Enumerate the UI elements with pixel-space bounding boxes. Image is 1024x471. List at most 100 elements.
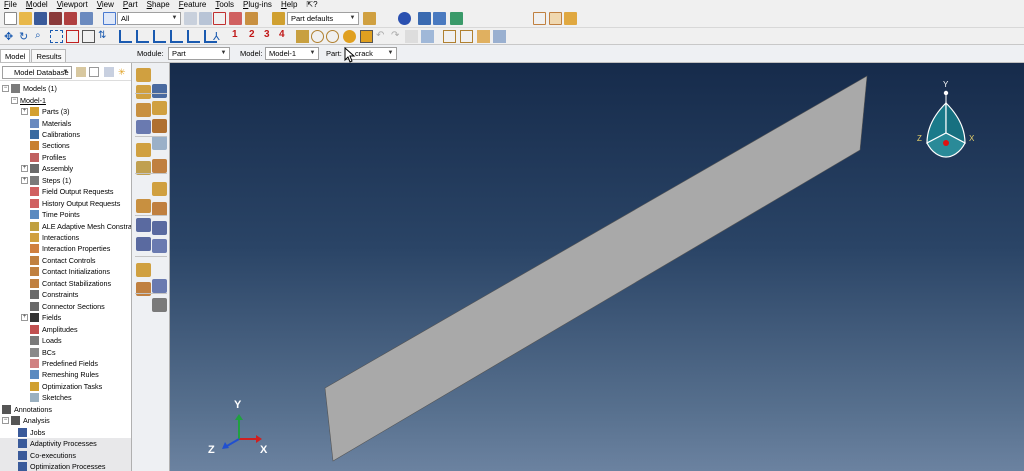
tree-node-contact-controls[interactable]: Contact Controls bbox=[30, 255, 96, 266]
part-shell-face[interactable] bbox=[324, 75, 868, 462]
create-chamfer-icon[interactable] bbox=[152, 159, 167, 173]
wireframe-icon[interactable] bbox=[418, 12, 431, 25]
undo-icon[interactable]: ↶ bbox=[376, 30, 389, 43]
tab-results[interactable]: Results bbox=[31, 49, 67, 62]
cursor-tool-icon[interactable] bbox=[360, 30, 373, 43]
tree-node-steps-1[interactable]: + Steps (1) bbox=[21, 175, 71, 186]
menu-model[interactable]: Model bbox=[26, 0, 48, 9]
menu-file[interactable]: File bbox=[4, 0, 17, 9]
expand-icon[interactable]: + bbox=[21, 165, 28, 173]
layer-manager-icon[interactable] bbox=[245, 12, 258, 25]
tab-model[interactable]: Model bbox=[0, 49, 31, 62]
magnify-icon[interactable]: ⌕ bbox=[35, 30, 48, 43]
expand-icon[interactable]: + bbox=[21, 108, 28, 116]
selection-options-icon[interactable] bbox=[229, 12, 242, 25]
zoom-box-icon[interactable] bbox=[50, 30, 63, 43]
create-hole-icon[interactable] bbox=[152, 136, 167, 150]
tree-node-interaction-properties[interactable]: Interaction Properties bbox=[30, 243, 110, 254]
tree-node-profiles[interactable]: Profiles bbox=[30, 152, 66, 163]
datum-axis-icon[interactable] bbox=[152, 221, 167, 235]
tree-node-time-points[interactable]: Time Points bbox=[30, 209, 80, 220]
create-shell-icon[interactable] bbox=[136, 103, 151, 117]
view-1-icon[interactable] bbox=[119, 30, 132, 43]
view-3-icon[interactable] bbox=[153, 30, 166, 43]
tree-node-bcs[interactable]: BCs bbox=[30, 346, 56, 357]
view-5-icon[interactable] bbox=[187, 30, 200, 43]
menu-viewport[interactable]: Viewport bbox=[57, 0, 88, 9]
context-help-icon[interactable]: ⇱? bbox=[306, 0, 317, 9]
set-icon[interactable] bbox=[493, 30, 506, 43]
part-manager-icon[interactable] bbox=[152, 84, 167, 98]
tree-node-field-output-requests[interactable]: Field Output Requests bbox=[30, 186, 114, 197]
tree-node-constraints[interactable]: Constraints bbox=[30, 289, 78, 300]
tree-node-sketches[interactable]: Sketches bbox=[30, 392, 72, 403]
tree-node-adaptivity-processes[interactable]: Adaptivity Processes bbox=[0, 437, 131, 450]
create-solid-extrude-icon[interactable] bbox=[136, 85, 151, 99]
collapse-icon[interactable]: − bbox=[2, 417, 9, 425]
query-geometry-icon[interactable] bbox=[152, 279, 167, 293]
open-file-icon[interactable] bbox=[19, 12, 32, 25]
create-round-icon[interactable] bbox=[136, 143, 151, 157]
tree-node-predefined-fields[interactable]: Predefined Fields bbox=[30, 358, 98, 369]
tree-node-contact-stabilizations[interactable]: Contact Stabilizations bbox=[30, 278, 111, 289]
tree-node-loads[interactable]: Loads bbox=[30, 335, 62, 346]
module-select[interactable]: Part ▼ bbox=[168, 47, 230, 60]
menu-view[interactable]: View bbox=[97, 0, 114, 9]
datum-point-icon[interactable] bbox=[136, 218, 151, 232]
select-arrow-icon[interactable] bbox=[103, 12, 116, 25]
tree-node-history-output-requests[interactable]: History Output Requests bbox=[30, 198, 120, 209]
view-solid-icon[interactable] bbox=[564, 12, 577, 25]
model-select[interactable]: Model-1 ▼ bbox=[265, 47, 319, 60]
menu-part[interactable]: Part bbox=[123, 0, 138, 9]
view-4-icon[interactable] bbox=[170, 30, 183, 43]
redo-icon[interactable]: ↷ bbox=[391, 30, 404, 43]
job-manager-icon[interactable] bbox=[80, 12, 93, 25]
viewport-2-button[interactable]: 2 bbox=[249, 29, 255, 40]
tree-node-contact-initializations[interactable]: Contact Initializations bbox=[30, 266, 110, 277]
query-icon[interactable] bbox=[398, 12, 411, 25]
add-icon[interactable] bbox=[326, 30, 339, 43]
rotate-icon[interactable]: ↻ bbox=[19, 30, 32, 43]
viewport-1-button[interactable]: 1 bbox=[232, 29, 238, 40]
view-front-icon[interactable] bbox=[533, 12, 546, 25]
create-solid-revolve-icon[interactable] bbox=[152, 101, 167, 115]
replace-icon[interactable] bbox=[311, 30, 324, 43]
tree-node-sections[interactable]: Sections bbox=[30, 140, 70, 151]
collapse-icon[interactable]: − bbox=[2, 85, 9, 93]
expand-icon[interactable]: + bbox=[21, 314, 28, 322]
create-wire-icon[interactable] bbox=[152, 119, 167, 133]
tree-node-remeshing-rules[interactable]: Remeshing Rules bbox=[30, 369, 99, 380]
tree-node-co-executions[interactable]: Co-executions bbox=[0, 449, 131, 461]
tools-icon[interactable] bbox=[152, 298, 167, 312]
display-group-icon[interactable] bbox=[296, 30, 309, 43]
partition-face-icon[interactable] bbox=[136, 199, 151, 213]
tree-node-assembly[interactable]: + Assembly bbox=[21, 163, 73, 174]
render-style-select[interactable]: Part defaults ▼ bbox=[287, 12, 359, 25]
viewport[interactable]: Y X Z Y X Z bbox=[170, 63, 1024, 471]
viewport-3-button[interactable]: 3 bbox=[264, 29, 270, 40]
sketch-icon[interactable] bbox=[136, 263, 151, 277]
tree-node-connector-sections[interactable]: Connector Sections bbox=[30, 301, 105, 312]
tree-node-model-1[interactable]: − Model-1 bbox=[11, 94, 46, 105]
selection-filter-select[interactable]: All ▼ bbox=[117, 12, 181, 25]
new-file-icon[interactable] bbox=[4, 12, 17, 25]
model-database-select[interactable]: Model Database ▼ bbox=[2, 66, 72, 79]
tree-node-calibrations[interactable]: Calibrations bbox=[30, 129, 80, 140]
cycle-views-icon[interactable] bbox=[82, 30, 95, 43]
tree-node-models[interactable]: − Models (1) bbox=[2, 83, 57, 94]
menu-shape[interactable]: Shape bbox=[147, 0, 170, 9]
drag-shape-icon[interactable] bbox=[213, 12, 226, 25]
partition-cell-icon[interactable] bbox=[152, 202, 167, 216]
lightbulb-icon[interactable]: ✳ bbox=[118, 67, 128, 77]
partition-edge-icon[interactable] bbox=[152, 182, 167, 196]
tree-node-optimization-tasks[interactable]: Optimization Tasks bbox=[30, 381, 102, 392]
reset-icon[interactable] bbox=[405, 30, 418, 43]
render-style-icon[interactable] bbox=[272, 12, 285, 25]
mesh-icon[interactable] bbox=[460, 30, 473, 43]
tree-node-amplitudes[interactable]: Amplitudes bbox=[30, 323, 78, 334]
menu-feature[interactable]: Feature bbox=[179, 0, 207, 9]
auto-fit-icon[interactable] bbox=[66, 30, 79, 43]
hidden-line-icon[interactable] bbox=[433, 12, 446, 25]
tree-options-icon[interactable] bbox=[104, 67, 114, 77]
view-iso-icon[interactable] bbox=[549, 12, 562, 25]
